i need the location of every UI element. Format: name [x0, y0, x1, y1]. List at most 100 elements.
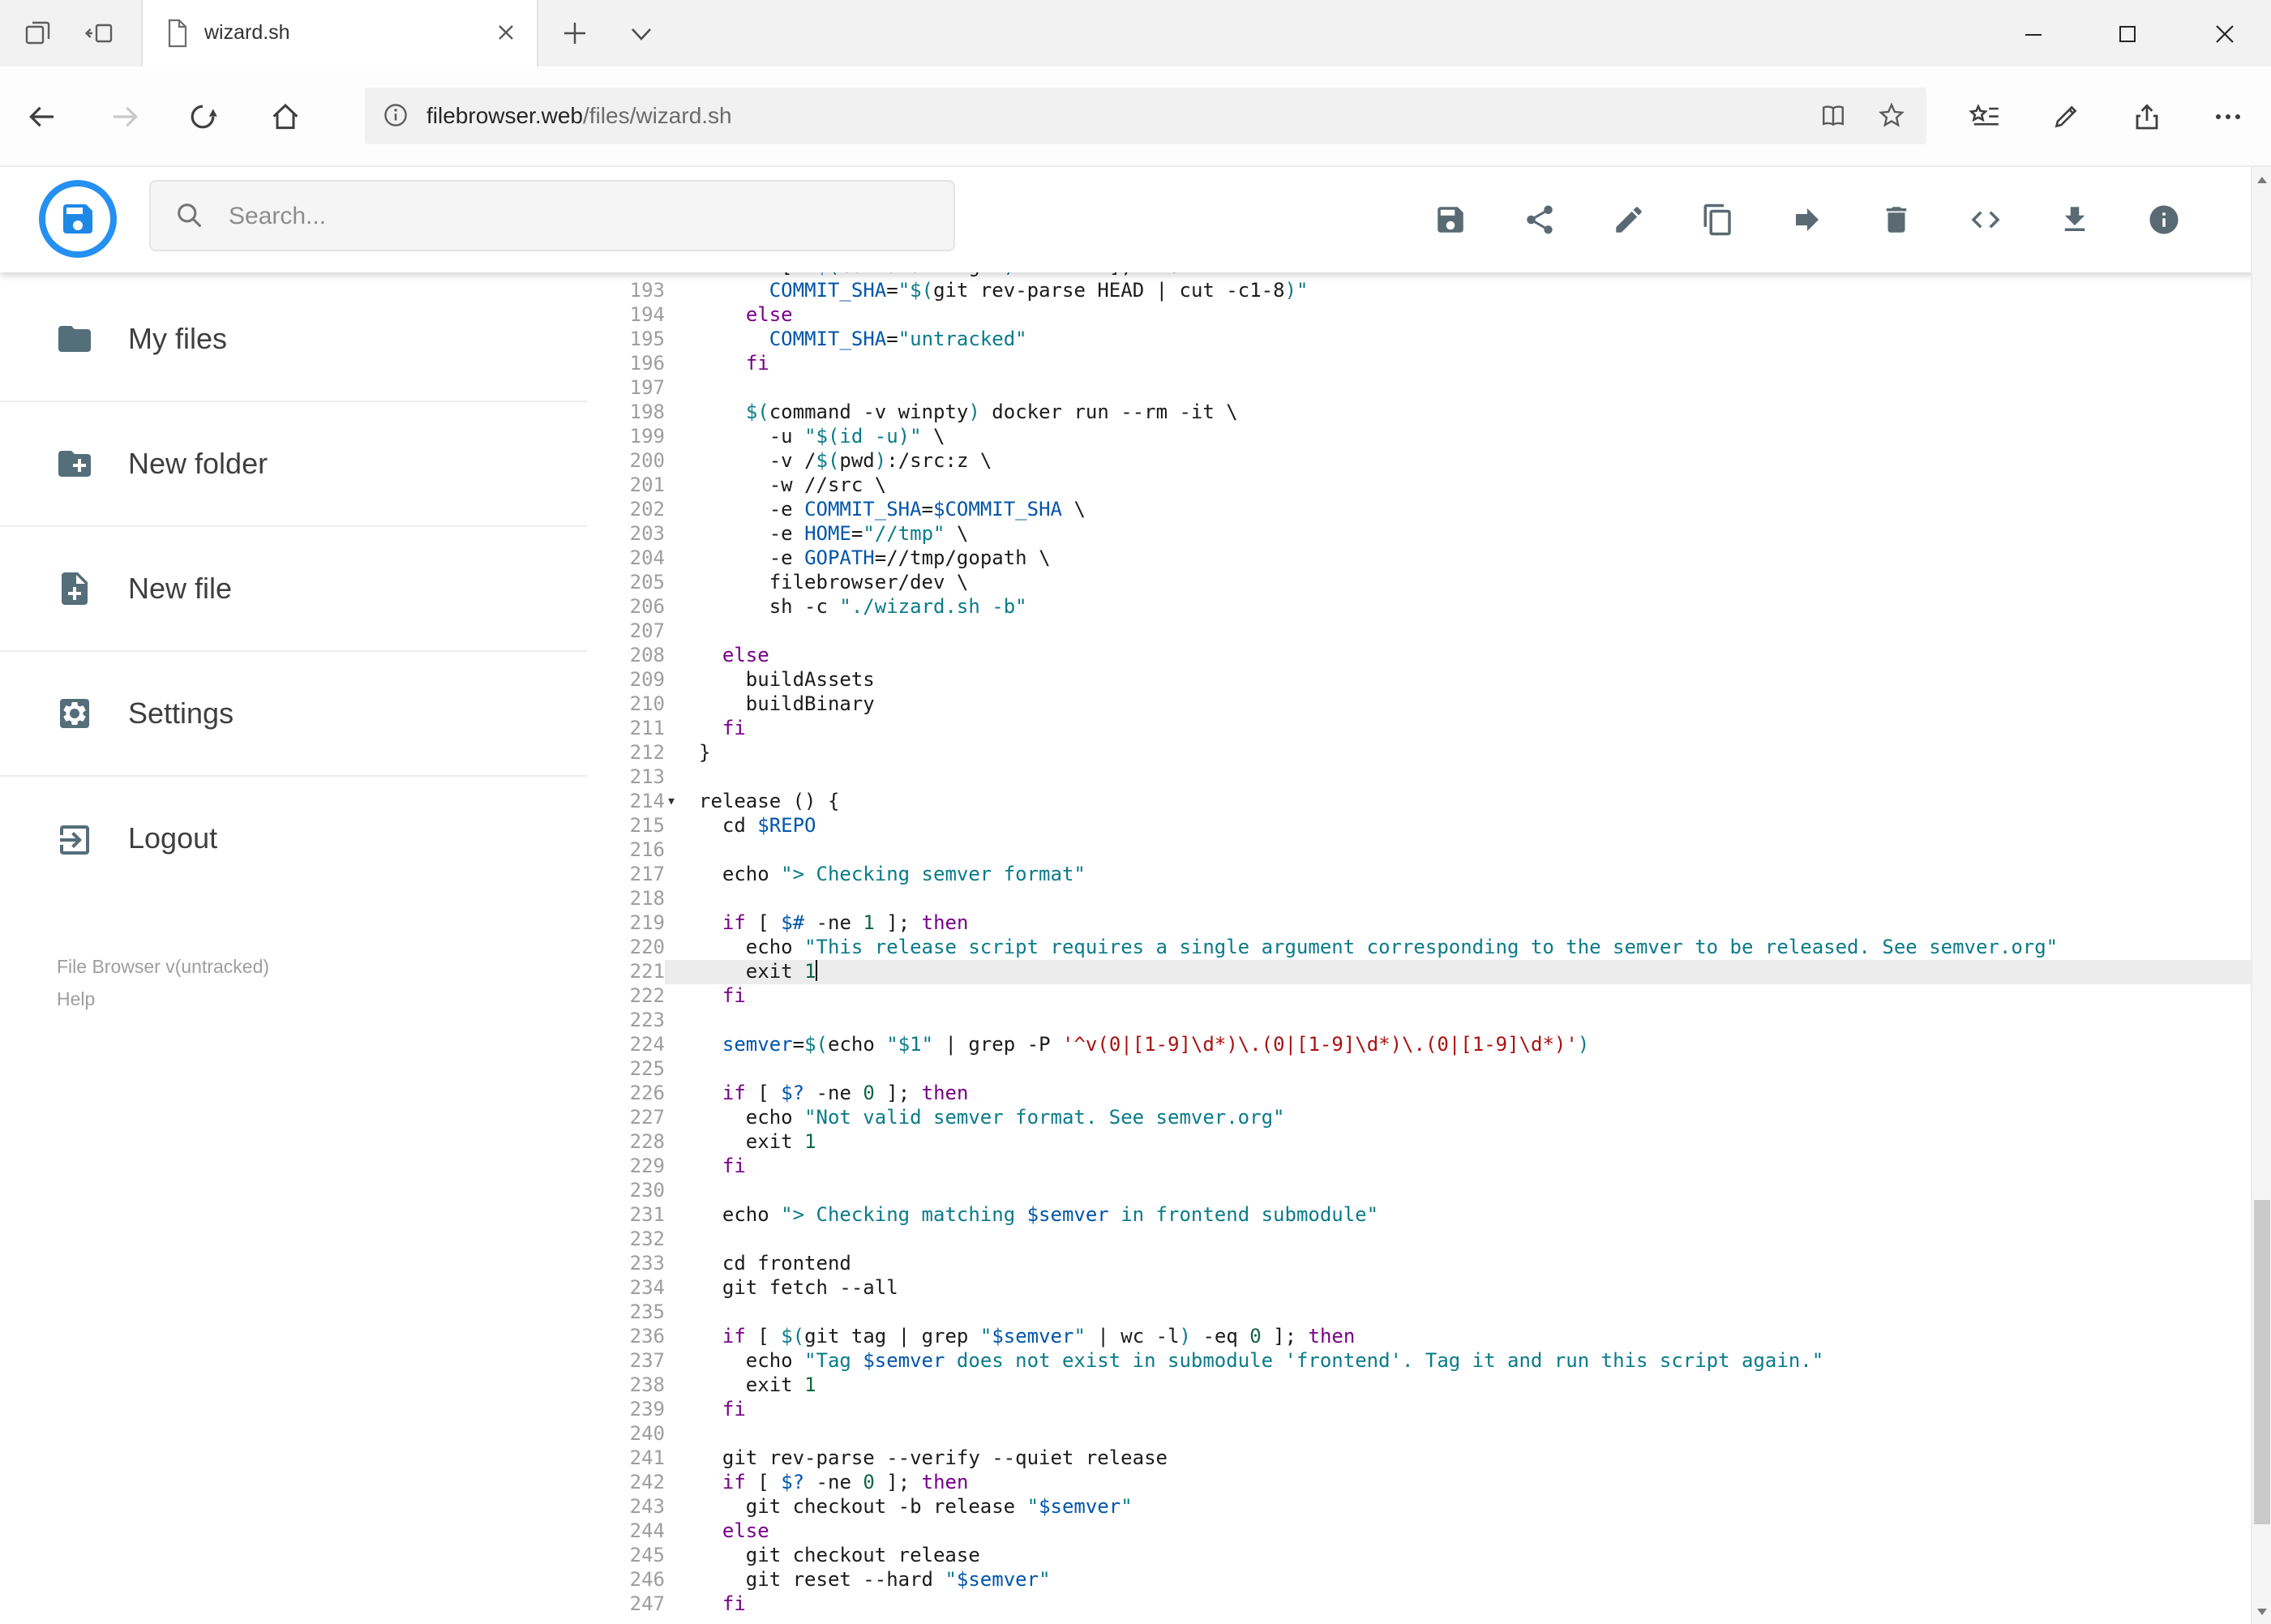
code-line[interactable]: 211 fi: [587, 717, 2251, 741]
code-line[interactable]: 195 COMMIT_SHA="untracked": [587, 328, 2251, 352]
code-line[interactable]: 231 echo "> Checking matching $semver in…: [587, 1203, 2251, 1228]
save-button[interactable]: [1433, 203, 1467, 237]
code-line[interactable]: 225: [587, 1057, 2251, 1082]
window-maximize-button[interactable]: [2090, 0, 2165, 66]
code-line[interactable]: 243 git checkout -b release "$semver": [587, 1495, 2251, 1519]
sidebar-item-settings[interactable]: Settings: [0, 652, 587, 777]
delete-button[interactable]: [1879, 203, 1913, 237]
page-scrollbar[interactable]: [2251, 167, 2271, 1624]
search-box[interactable]: [149, 180, 955, 251]
back-button[interactable]: [26, 101, 58, 133]
rename-button[interactable]: [1611, 203, 1645, 237]
move-button[interactable]: [1789, 203, 1823, 237]
code-line[interactable]: 240: [587, 1422, 2251, 1446]
refresh-button[interactable]: [186, 101, 219, 133]
code-line[interactable]: 208 else: [587, 644, 2251, 668]
code-line[interactable]: 200 -v /$(pwd):/src:z \: [587, 449, 2251, 473]
scroll-up-arrow[interactable]: [2252, 167, 2271, 191]
search-input[interactable]: [225, 200, 953, 231]
code-line[interactable]: 232: [587, 1228, 2251, 1252]
code-line[interactable]: 235: [587, 1300, 2251, 1325]
fold-marker-icon[interactable]: ▾: [665, 790, 686, 814]
code-line[interactable]: 237 echo "Tag $semver does not exist in …: [587, 1349, 2251, 1373]
sidebar-item-my-files[interactable]: My files: [0, 277, 587, 402]
add-favorite-star-icon[interactable]: [1876, 101, 1907, 131]
window-minimize-button[interactable]: [1996, 0, 2071, 66]
code-line[interactable]: 218: [587, 887, 2251, 911]
raw-code-button[interactable]: [1968, 203, 2002, 237]
code-line[interactable]: 239 fi: [587, 1398, 2251, 1422]
code-line[interactable]: 203 -e HOME="//tmp" \: [587, 522, 2251, 546]
info-button[interactable]: [2146, 203, 2180, 237]
code-line[interactable]: 246 git reset --hard "$semver": [587, 1568, 2251, 1592]
code-line[interactable]: 220 echo "This release script requires a…: [587, 936, 2251, 960]
code-line[interactable]: 197: [587, 376, 2251, 401]
code-line[interactable]: 206 sh -c "./wizard.sh -b": [587, 595, 2251, 619]
share-page-icon[interactable]: [2131, 101, 2163, 133]
code-line[interactable]: 222 fi: [587, 984, 2251, 1009]
code-line[interactable]: 205 filebrowser/dev \: [587, 571, 2251, 595]
code-line[interactable]: 193 COMMIT_SHA="$(git rev-parse HEAD | c…: [587, 279, 2251, 303]
code-line[interactable]: 219 if [ $# -ne 1 ]; then: [587, 911, 2251, 936]
address-bar[interactable]: filebrowser.web/files/wizard.sh: [365, 88, 1926, 144]
code-line[interactable]: 238 exit 1: [587, 1373, 2251, 1398]
code-line[interactable]: 207: [587, 619, 2251, 644]
code-line[interactable]: 194 else: [587, 303, 2251, 328]
code-line[interactable]: 217 echo "> Checking semver format": [587, 863, 2251, 887]
code-line[interactable]: 216: [587, 838, 2251, 863]
sidebar-item-new-folder[interactable]: New folder: [0, 402, 587, 527]
code-line[interactable]: 245 git checkout release: [587, 1544, 2251, 1568]
browser-more-menu-icon[interactable]: [2212, 101, 2244, 133]
forward-button[interactable]: [109, 101, 141, 133]
scrollbar-thumb[interactable]: [2254, 1200, 2269, 1524]
code-line[interactable]: 242 if [ $? -ne 0 ]; then: [587, 1471, 2251, 1495]
copy-button[interactable]: [1700, 203, 1734, 237]
code-line[interactable]: 229 fi: [587, 1155, 2251, 1179]
code-line[interactable]: 233 cd frontend: [587, 1252, 2251, 1276]
tab-close-icon[interactable]: [495, 21, 517, 44]
reading-view-icon[interactable]: [1818, 101, 1849, 131]
code-line[interactable]: 201 -w //src \: [587, 473, 2251, 498]
hub-favorites-icon[interactable]: [1969, 101, 2001, 133]
code-line[interactable]: 230: [587, 1179, 2251, 1203]
help-link[interactable]: Help: [57, 985, 269, 1017]
code-line[interactable]: 212}: [587, 741, 2251, 765]
home-button[interactable]: [269, 101, 302, 133]
tabs-set-aside-list-icon[interactable]: [23, 18, 54, 49]
download-button[interactable]: [2057, 203, 2091, 237]
code-editor[interactable]: if [ "$(command -v git)" != "" ]; then19…: [587, 272, 2251, 1624]
scroll-down-arrow[interactable]: [2252, 1600, 2271, 1624]
code-line[interactable]: 236 if [ $(git tag | grep "$semver" | wc…: [587, 1325, 2251, 1349]
site-info-icon[interactable]: [381, 101, 410, 130]
new-tab-button[interactable]: [563, 21, 587, 45]
window-close-button[interactable]: [2187, 0, 2262, 66]
code-line[interactable]: 234 git fetch --all: [587, 1276, 2251, 1300]
browser-tab[interactable]: wizard.sh: [141, 0, 538, 66]
code-line[interactable]: 228 exit 1: [587, 1130, 2251, 1155]
code-line[interactable]: 215 cd $REPO: [587, 814, 2251, 838]
tab-preview-chevron-icon[interactable]: [629, 26, 653, 44]
code-line[interactable]: 204 -e GOPATH=//tmp/gopath \: [587, 546, 2251, 571]
code-line[interactable]: 224 semver=$(echo "$1" | grep -P '^v(0|[…: [587, 1033, 2251, 1057]
code-line[interactable]: 199 -u "$(id -u)" \: [587, 425, 2251, 449]
set-tabs-aside-icon[interactable]: [84, 18, 115, 49]
web-note-pen-icon[interactable]: [2050, 101, 2082, 133]
code-line[interactable]: 209 buildAssets: [587, 668, 2251, 692]
code-line[interactable]: 226 if [ $? -ne 0 ]; then: [587, 1082, 2251, 1106]
code-line[interactable]: 227 echo "Not valid semver format. See s…: [587, 1106, 2251, 1130]
share-button[interactable]: [1522, 203, 1556, 237]
code-line[interactable]: 198 $(command -v winpty) docker run --rm…: [587, 401, 2251, 425]
code-line[interactable]: 202 -e COMMIT_SHA=$COMMIT_SHA \: [587, 498, 2251, 522]
code-line[interactable]: 196 fi: [587, 352, 2251, 376]
code-line[interactable]: 213: [587, 765, 2251, 790]
code-line[interactable]: 244 else: [587, 1519, 2251, 1544]
code-line[interactable]: 247 fi: [587, 1592, 2251, 1617]
code-line[interactable]: 241 git rev-parse --verify --quiet relea…: [587, 1446, 2251, 1471]
code-line[interactable]: 214 ▾ release () {: [587, 790, 2251, 814]
code-line[interactable]: 223: [587, 1009, 2251, 1033]
sidebar-item-new-file[interactable]: New file: [0, 527, 587, 652]
code-line[interactable]: 221 exit 1: [587, 960, 2251, 984]
code-line[interactable]: if [ "$(command -v git)" != "" ]; then: [587, 272, 2251, 279]
code-line[interactable]: 210 buildBinary: [587, 692, 2251, 717]
sidebar-item-logout[interactable]: Logout: [0, 777, 587, 902]
